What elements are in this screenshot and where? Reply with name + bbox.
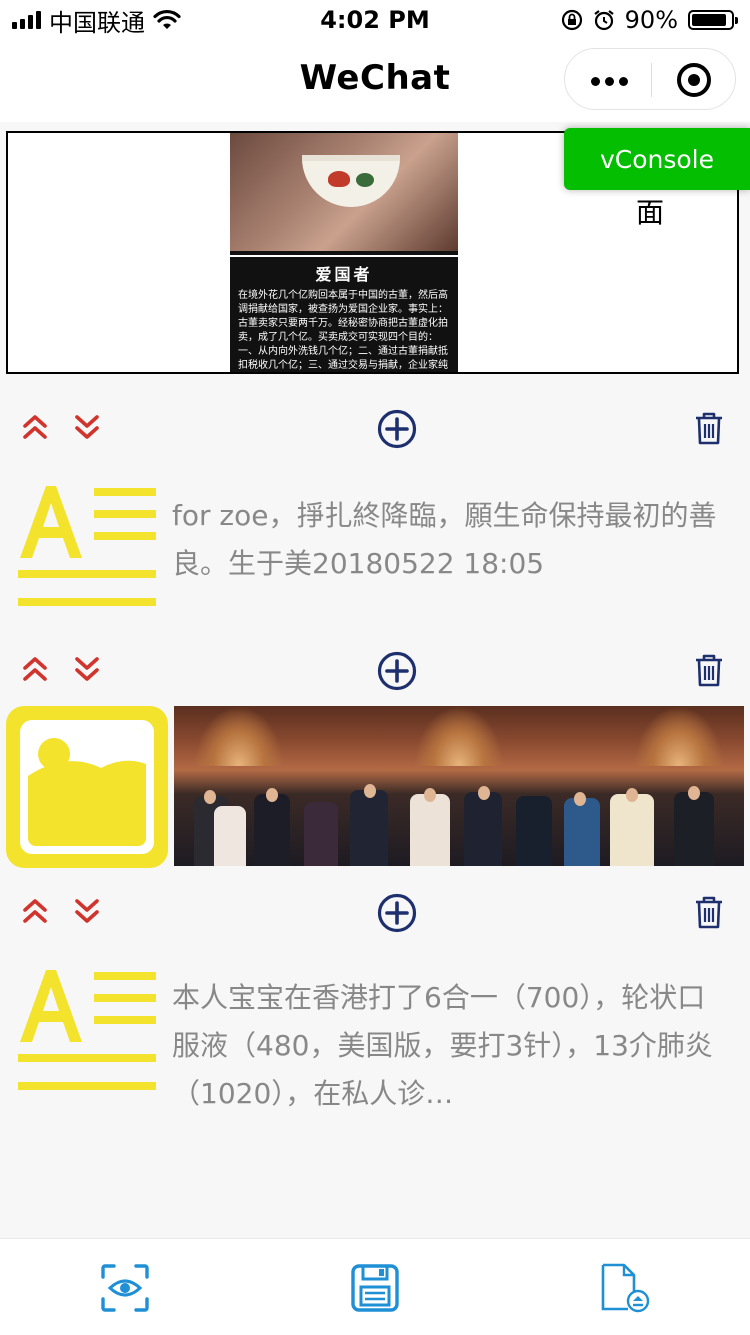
photo-person — [610, 794, 654, 866]
alarm-icon — [593, 10, 614, 31]
group-photo — [174, 706, 744, 866]
photo-person — [350, 790, 388, 866]
status-bar: 中国联通 4:02 PM 90% — [0, 0, 750, 40]
text-block-icon — [18, 970, 156, 1090]
double-chevron-down-icon[interactable] — [74, 654, 100, 684]
capsule-divider — [651, 63, 652, 97]
photo-head — [266, 788, 278, 802]
photo-head — [424, 788, 436, 802]
banner-heading: 爱国者 — [315, 265, 373, 284]
block-toolbar — [0, 886, 750, 946]
save-disk-icon[interactable] — [350, 1263, 400, 1313]
plus-circle-icon[interactable] — [377, 893, 417, 933]
banner-body: 在境外花几个亿购回本属于中国的古董，然后高调捐献给国家，被查扬为爱国企业家。事实… — [238, 290, 448, 371]
image-block[interactable] — [0, 704, 750, 868]
trash-icon[interactable] — [694, 410, 724, 446]
double-chevron-down-icon[interactable] — [74, 412, 100, 442]
double-chevron-up-icon[interactable] — [22, 412, 48, 442]
eye-scan-icon[interactable] — [100, 1263, 150, 1313]
photo-person — [464, 792, 502, 866]
photo-head — [204, 790, 216, 804]
teacup-illustration — [302, 155, 400, 207]
text-block-icon — [18, 486, 156, 606]
trash-icon[interactable] — [694, 652, 724, 688]
text-block-content: for zoe，掙扎終降臨，願生命保持最初的善良。生于美20180522 18:… — [172, 499, 717, 580]
text-block[interactable]: for zoe，掙扎終降臨，願生命保持最初的善良。生于美20180522 18:… — [0, 476, 750, 616]
photo-arch — [194, 706, 284, 766]
double-chevron-up-icon[interactable] — [22, 896, 48, 926]
banner-image: 爱国者 在境外花几个亿购回本属于中国的古董，然后高调捐献给国家，被查扬为爱国企业… — [230, 133, 458, 372]
photo-person — [516, 796, 552, 866]
teacup-photo — [230, 133, 458, 251]
photo-head — [688, 786, 700, 800]
photo-person — [564, 798, 600, 866]
photo-person — [304, 802, 338, 866]
orientation-lock-icon — [561, 9, 582, 31]
photo-head — [574, 792, 586, 806]
double-chevron-up-icon[interactable] — [22, 654, 48, 684]
photo-person — [410, 794, 450, 866]
block-toolbar — [0, 644, 750, 704]
photo-arch — [634, 706, 724, 766]
vconsole-button[interactable]: vConsole — [564, 128, 750, 190]
status-right: 90% — [561, 6, 738, 34]
image-block-icon — [6, 706, 168, 868]
trash-icon[interactable] — [694, 894, 724, 930]
banner-caption: 爱国者 在境外花几个亿购回本属于中国的古董，然后高调捐献给国家，被查扬为爱国企业… — [230, 255, 458, 372]
plus-circle-icon[interactable] — [377, 651, 417, 691]
capsule-menu — [564, 48, 736, 110]
battery-percent: 90% — [624, 6, 678, 34]
photo-person — [674, 792, 714, 866]
block-toolbar — [0, 402, 750, 462]
battery-level — [692, 14, 726, 26]
file-upload-icon[interactable] — [600, 1263, 650, 1313]
plus-circle-icon[interactable] — [377, 409, 417, 449]
photo-head — [478, 786, 490, 800]
banner-side-text: 面 — [636, 196, 665, 229]
target-circle-icon[interactable] — [677, 63, 711, 97]
battery-icon — [688, 10, 738, 30]
double-chevron-down-icon[interactable] — [74, 896, 100, 926]
photo-head — [364, 784, 376, 798]
more-dots-icon[interactable] — [591, 77, 628, 86]
text-block[interactable]: 本人宝宝在香港打了6合一（700），轮状口服液（480，美国版，要打3针），13… — [0, 960, 750, 1120]
navigation-bar: WeChat — [0, 40, 750, 122]
bottom-tab-bar — [0, 1238, 750, 1335]
text-block-content: 本人宝宝在香港打了6合一（700），轮状口服液（480，美国版，要打3针），13… — [172, 981, 713, 1110]
photo-arch — [414, 706, 504, 766]
photo-person — [254, 794, 290, 866]
photo-person — [214, 806, 246, 866]
photo-head — [626, 788, 638, 802]
